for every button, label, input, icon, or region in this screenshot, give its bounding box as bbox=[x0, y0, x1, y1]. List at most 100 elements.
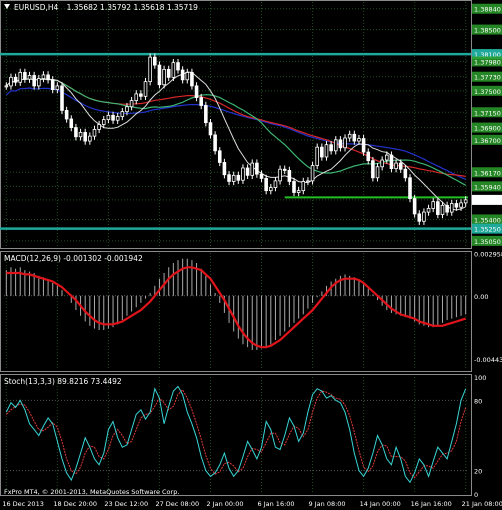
candle-body bbox=[375, 166, 380, 179]
candle-body bbox=[403, 168, 408, 179]
chart-canvas: 1.388401.385001.381001.379801.377301.375… bbox=[0, 0, 502, 510]
candle-body bbox=[371, 160, 375, 179]
candle-body bbox=[431, 201, 435, 209]
candle-body bbox=[324, 144, 329, 158]
candle-body bbox=[292, 181, 296, 193]
candle-body bbox=[357, 138, 361, 142]
stoch-axis-label: 100 bbox=[474, 374, 486, 382]
candle-body bbox=[417, 213, 422, 222]
price-label: 1.35400 bbox=[474, 216, 501, 224]
time-label: 16 Dec 2013 bbox=[2, 500, 44, 508]
candle-body bbox=[171, 62, 176, 78]
candle-body bbox=[213, 134, 217, 152]
candle-body bbox=[69, 118, 74, 128]
candle-body bbox=[347, 133, 352, 139]
candle-body bbox=[250, 162, 255, 176]
candle-body bbox=[106, 114, 111, 120]
candle-body bbox=[78, 132, 83, 138]
candle-body bbox=[236, 174, 241, 181]
candle-body bbox=[412, 198, 417, 215]
candle-body bbox=[241, 167, 245, 181]
price-label: 1.36700 bbox=[474, 137, 501, 145]
candle-body bbox=[231, 174, 236, 182]
symbol-name: EURUSD,H4 bbox=[14, 3, 58, 12]
candle-body bbox=[338, 139, 343, 149]
candle-body bbox=[4, 85, 9, 88]
candle-body bbox=[134, 93, 139, 102]
candle-body bbox=[269, 187, 273, 192]
candle-body bbox=[13, 76, 18, 83]
candle-body bbox=[227, 174, 231, 182]
candle-body bbox=[436, 201, 440, 215]
candle-body bbox=[208, 122, 213, 136]
candle-body bbox=[18, 72, 23, 83]
price-label: 1.36170 bbox=[474, 169, 501, 177]
candle-body bbox=[194, 85, 199, 98]
candle-body bbox=[92, 128, 97, 137]
candle-body bbox=[255, 162, 259, 175]
candle-body bbox=[222, 162, 227, 176]
candle-body bbox=[9, 76, 13, 87]
stoch-axis-label: 0 bbox=[474, 491, 478, 499]
candle-body bbox=[361, 138, 366, 153]
stoch-axis-label: 80 bbox=[474, 397, 482, 405]
price-label: 1.35250 bbox=[474, 226, 501, 234]
candle-body bbox=[282, 168, 287, 171]
macd-axis-label: 0.002958 bbox=[474, 251, 502, 259]
price-label: 1.38500 bbox=[474, 27, 501, 35]
candle-body bbox=[385, 154, 389, 161]
time-label: 9 Jan 08:00 bbox=[309, 500, 346, 508]
candle-body bbox=[153, 56, 157, 66]
candle-body bbox=[50, 79, 55, 90]
price-label: 1.37730 bbox=[474, 74, 501, 82]
candle-body bbox=[426, 208, 431, 213]
candle-body bbox=[264, 177, 268, 192]
macd-title: MACD(12,26,9) -0.001302 -0.001942 bbox=[4, 254, 143, 263]
candle-body bbox=[129, 100, 134, 108]
time-label: 6 Jan 16:00 bbox=[258, 500, 295, 508]
candle-body bbox=[32, 75, 36, 87]
candle-body bbox=[296, 190, 301, 193]
time-label: 2 Jan 00:00 bbox=[206, 500, 243, 508]
candle-body bbox=[394, 162, 398, 169]
candle-body bbox=[166, 68, 171, 78]
price-label: 1.38840 bbox=[474, 6, 501, 14]
candle-body bbox=[320, 146, 324, 158]
candle-body bbox=[422, 211, 426, 222]
candle-body bbox=[120, 111, 125, 117]
candle-body bbox=[278, 168, 282, 182]
candle-body bbox=[180, 69, 185, 81]
candle-body bbox=[204, 105, 208, 124]
candle-body bbox=[185, 72, 190, 81]
time-label: 27 Dec 08:00 bbox=[155, 500, 199, 508]
candle-body bbox=[23, 72, 27, 80]
candle-body bbox=[157, 64, 162, 86]
candle-body bbox=[190, 72, 194, 87]
candle-body bbox=[41, 74, 46, 79]
copyright-label: FxPro MT4, © 2001-2013, MetaQuotes Softw… bbox=[4, 488, 179, 496]
symbol-label: EURUSD,H4 1.35682 1.35792 1.35618 1.3571… bbox=[14, 3, 198, 12]
candle-body bbox=[176, 62, 180, 71]
candle-body bbox=[27, 75, 32, 80]
macd-axis-label: -0.004431 bbox=[474, 356, 502, 364]
header: EURUSD,H4 1.35682 1.35792 1.35618 1.3571… bbox=[4, 3, 198, 12]
candle-body bbox=[83, 132, 87, 142]
candle-body bbox=[88, 135, 92, 142]
candle-body bbox=[143, 81, 148, 97]
candle-body bbox=[463, 199, 468, 204]
candle-body bbox=[115, 116, 120, 121]
candle-body bbox=[398, 162, 403, 170]
candle-body bbox=[445, 204, 449, 213]
candle-body bbox=[55, 85, 60, 90]
candle-body bbox=[310, 165, 315, 182]
candle-body bbox=[459, 202, 463, 208]
time-label: 16 Jan 16:00 bbox=[411, 500, 452, 508]
macd-axis-label: 0.00 bbox=[474, 293, 488, 301]
candle-body bbox=[111, 114, 115, 121]
candle-body bbox=[64, 110, 69, 120]
candle-body bbox=[366, 151, 371, 162]
stoch-title: Stoch(13,3,3) 89.8216 73.4492 bbox=[4, 377, 122, 386]
candle-body bbox=[37, 78, 41, 87]
time-label: 21 Jan 08:00 bbox=[462, 500, 502, 508]
candle-body bbox=[343, 137, 347, 149]
